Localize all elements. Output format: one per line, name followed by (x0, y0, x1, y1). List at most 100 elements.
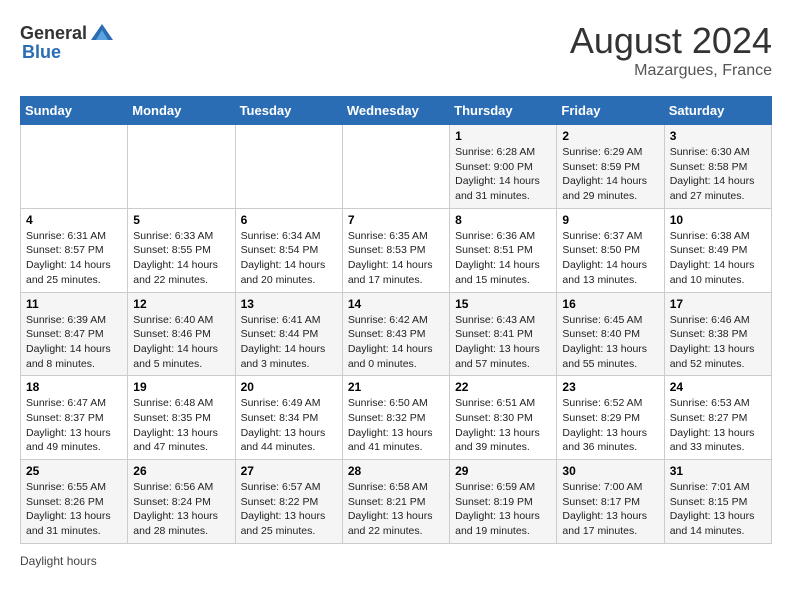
day-number: 24 (670, 380, 766, 394)
day-number: 17 (670, 297, 766, 311)
day-info: Sunrise: 6:31 AMSunset: 8:57 PMDaylight:… (26, 229, 122, 288)
day-info: Sunrise: 6:45 AMSunset: 8:40 PMDaylight:… (562, 313, 658, 372)
day-cell (21, 125, 128, 209)
day-cell: 24 Sunrise: 6:53 AMSunset: 8:27 PMDayligh… (664, 376, 771, 460)
day-info: Sunrise: 6:30 AMSunset: 8:58 PMDaylight:… (670, 145, 766, 204)
day-number: 14 (348, 297, 444, 311)
weekday-monday: Monday (128, 97, 235, 125)
day-cell: 3 Sunrise: 6:30 AMSunset: 8:58 PMDaylight… (664, 125, 771, 209)
week-row-5: 25 Sunrise: 6:55 AMSunset: 8:26 PMDayligh… (21, 460, 772, 544)
weekday-sunday: Sunday (21, 97, 128, 125)
day-info: Sunrise: 6:42 AMSunset: 8:43 PMDaylight:… (348, 313, 444, 372)
week-row-4: 18Sunrise: 6:47 AMSunset: 8:37 PMDayligh… (21, 376, 772, 460)
day-info: Sunrise: 6:37 AMSunset: 8:50 PMDaylight:… (562, 229, 658, 288)
day-cell: 14 Sunrise: 6:42 AMSunset: 8:43 PMDayligh… (342, 292, 449, 376)
day-info: Sunrise: 6:47 AMSunset: 8:37 PMDaylight:… (26, 396, 122, 455)
day-cell: 7Sunrise: 6:35 AMSunset: 8:53 PMDaylight… (342, 208, 449, 292)
day-number: 26 (133, 464, 229, 478)
day-cell: 29 Sunrise: 6:59 AMSunset: 8:19 PMDayligh… (450, 460, 557, 544)
day-cell: 12Sunrise: 6:40 AMSunset: 8:46 PMDayligh… (128, 292, 235, 376)
day-number: 1 (455, 129, 551, 143)
day-number: 3 (670, 129, 766, 143)
logo-icon (89, 20, 115, 46)
day-info: Sunrise: 6:38 AMSunset: 8:49 PMDaylight:… (670, 229, 766, 288)
day-number: 13 (241, 297, 337, 311)
day-info: Sunrise: 6:52 AMSunset: 8:29 PMDaylight:… (562, 396, 658, 455)
day-number: 5 (133, 213, 229, 227)
day-info: Sunrise: 6:36 AMSunset: 8:51 PMDaylight:… (455, 229, 551, 288)
day-info: Sunrise: 6:53 AMSunset: 8:27 PMDaylight:… (670, 396, 766, 455)
day-info: Sunrise: 6:59 AMSunset: 8:19 PMDaylight:… (455, 480, 551, 539)
weekday-wednesday: Wednesday (342, 97, 449, 125)
day-number: 31 (670, 464, 766, 478)
day-number: 12 (133, 297, 229, 311)
day-number: 29 (455, 464, 551, 478)
day-number: 23 (562, 380, 658, 394)
day-cell: 16 Sunrise: 6:45 AMSunset: 8:40 PMDayligh… (557, 292, 664, 376)
day-info: Sunrise: 6:41 AMSunset: 8:44 PMDaylight:… (241, 313, 337, 372)
day-info: Sunrise: 6:33 AMSunset: 8:55 PMDaylight:… (133, 229, 229, 288)
day-info: Sunrise: 6:50 AMSunset: 8:32 PMDaylight:… (348, 396, 444, 455)
day-cell: 19 Sunrise: 6:48 AMSunset: 8:35 PMDayligh… (128, 376, 235, 460)
day-number: 27 (241, 464, 337, 478)
day-cell (235, 125, 342, 209)
daylight-label: Daylight hours (20, 554, 97, 568)
week-row-1: 1 Sunrise: 6:28 AMSunset: 9:00 PMDaylight… (21, 125, 772, 209)
day-cell: 22 Sunrise: 6:51 AMSunset: 8:30 PMDayligh… (450, 376, 557, 460)
day-cell: 9Sunrise: 6:37 AMSunset: 8:50 PMDaylight… (557, 208, 664, 292)
day-number: 30 (562, 464, 658, 478)
day-cell: 1 Sunrise: 6:28 AMSunset: 9:00 PMDaylight… (450, 125, 557, 209)
day-cell: 20Sunrise: 6:49 AMSunset: 8:34 PMDayligh… (235, 376, 342, 460)
day-cell (128, 125, 235, 209)
day-cell: 13 Sunrise: 6:41 AMSunset: 8:44 PMDayligh… (235, 292, 342, 376)
day-info: Sunrise: 6:51 AMSunset: 8:30 PMDaylight:… (455, 396, 551, 455)
day-cell: 15Sunrise: 6:43 AMSunset: 8:41 PMDayligh… (450, 292, 557, 376)
day-cell: 17 Sunrise: 6:46 AMSunset: 8:38 PMDayligh… (664, 292, 771, 376)
day-info: Sunrise: 6:58 AMSunset: 8:21 PMDaylight:… (348, 480, 444, 539)
day-cell: 18Sunrise: 6:47 AMSunset: 8:37 PMDayligh… (21, 376, 128, 460)
day-number: 4 (26, 213, 122, 227)
day-number: 2 (562, 129, 658, 143)
day-info: Sunrise: 6:48 AMSunset: 8:35 PMDaylight:… (133, 396, 229, 455)
day-cell: 11Sunrise: 6:39 AMSunset: 8:47 PMDayligh… (21, 292, 128, 376)
day-cell: 31 Sunrise: 7:01 AMSunset: 8:15 PMDayligh… (664, 460, 771, 544)
day-number: 21 (348, 380, 444, 394)
day-cell: 25 Sunrise: 6:55 AMSunset: 8:26 PMDayligh… (21, 460, 128, 544)
footer: Daylight hours (20, 554, 772, 568)
day-info: Sunrise: 6:28 AMSunset: 9:00 PMDaylight:… (455, 145, 551, 204)
day-cell: 8Sunrise: 6:36 AMSunset: 8:51 PMDaylight… (450, 208, 557, 292)
logo: General Blue (20, 20, 115, 63)
day-cell: 6Sunrise: 6:34 AMSunset: 8:54 PMDaylight… (235, 208, 342, 292)
day-number: 10 (670, 213, 766, 227)
month-year: August 2024 (570, 20, 772, 62)
day-number: 25 (26, 464, 122, 478)
title-block: August 2024 Mazargues, France (570, 20, 772, 80)
day-info: Sunrise: 7:01 AMSunset: 8:15 PMDaylight:… (670, 480, 766, 539)
day-info: Sunrise: 6:39 AMSunset: 8:47 PMDaylight:… (26, 313, 122, 372)
day-number: 19 (133, 380, 229, 394)
logo-blue-text: Blue (22, 42, 61, 63)
day-info: Sunrise: 6:46 AMSunset: 8:38 PMDaylight:… (670, 313, 766, 372)
day-info: Sunrise: 6:55 AMSunset: 8:26 PMDaylight:… (26, 480, 122, 539)
weekday-thursday: Thursday (450, 97, 557, 125)
day-number: 22 (455, 380, 551, 394)
weekday-tuesday: Tuesday (235, 97, 342, 125)
week-row-2: 4 Sunrise: 6:31 AMSunset: 8:57 PMDaylight… (21, 208, 772, 292)
day-info: Sunrise: 7:00 AMSunset: 8:17 PMDaylight:… (562, 480, 658, 539)
calendar-table: SundayMondayTuesdayWednesdayThursdayFrid… (20, 96, 772, 544)
weekday-friday: Friday (557, 97, 664, 125)
location: Mazargues, France (570, 62, 772, 80)
day-cell: 10 Sunrise: 6:38 AMSunset: 8:49 PMDayligh… (664, 208, 771, 292)
day-info: Sunrise: 6:57 AMSunset: 8:22 PMDaylight:… (241, 480, 337, 539)
day-number: 20 (241, 380, 337, 394)
day-cell: 28 Sunrise: 6:58 AMSunset: 8:21 PMDayligh… (342, 460, 449, 544)
day-number: 7 (348, 213, 444, 227)
day-cell: 2Sunrise: 6:29 AMSunset: 8:59 PMDaylight… (557, 125, 664, 209)
day-cell: 5 Sunrise: 6:33 AMSunset: 8:55 PMDaylight… (128, 208, 235, 292)
logo-general-text: General (20, 23, 87, 44)
week-row-3: 11Sunrise: 6:39 AMSunset: 8:47 PMDayligh… (21, 292, 772, 376)
day-cell: 26Sunrise: 6:56 AMSunset: 8:24 PMDayligh… (128, 460, 235, 544)
day-cell: 30 Sunrise: 7:00 AMSunset: 8:17 PMDayligh… (557, 460, 664, 544)
day-number: 28 (348, 464, 444, 478)
day-number: 16 (562, 297, 658, 311)
